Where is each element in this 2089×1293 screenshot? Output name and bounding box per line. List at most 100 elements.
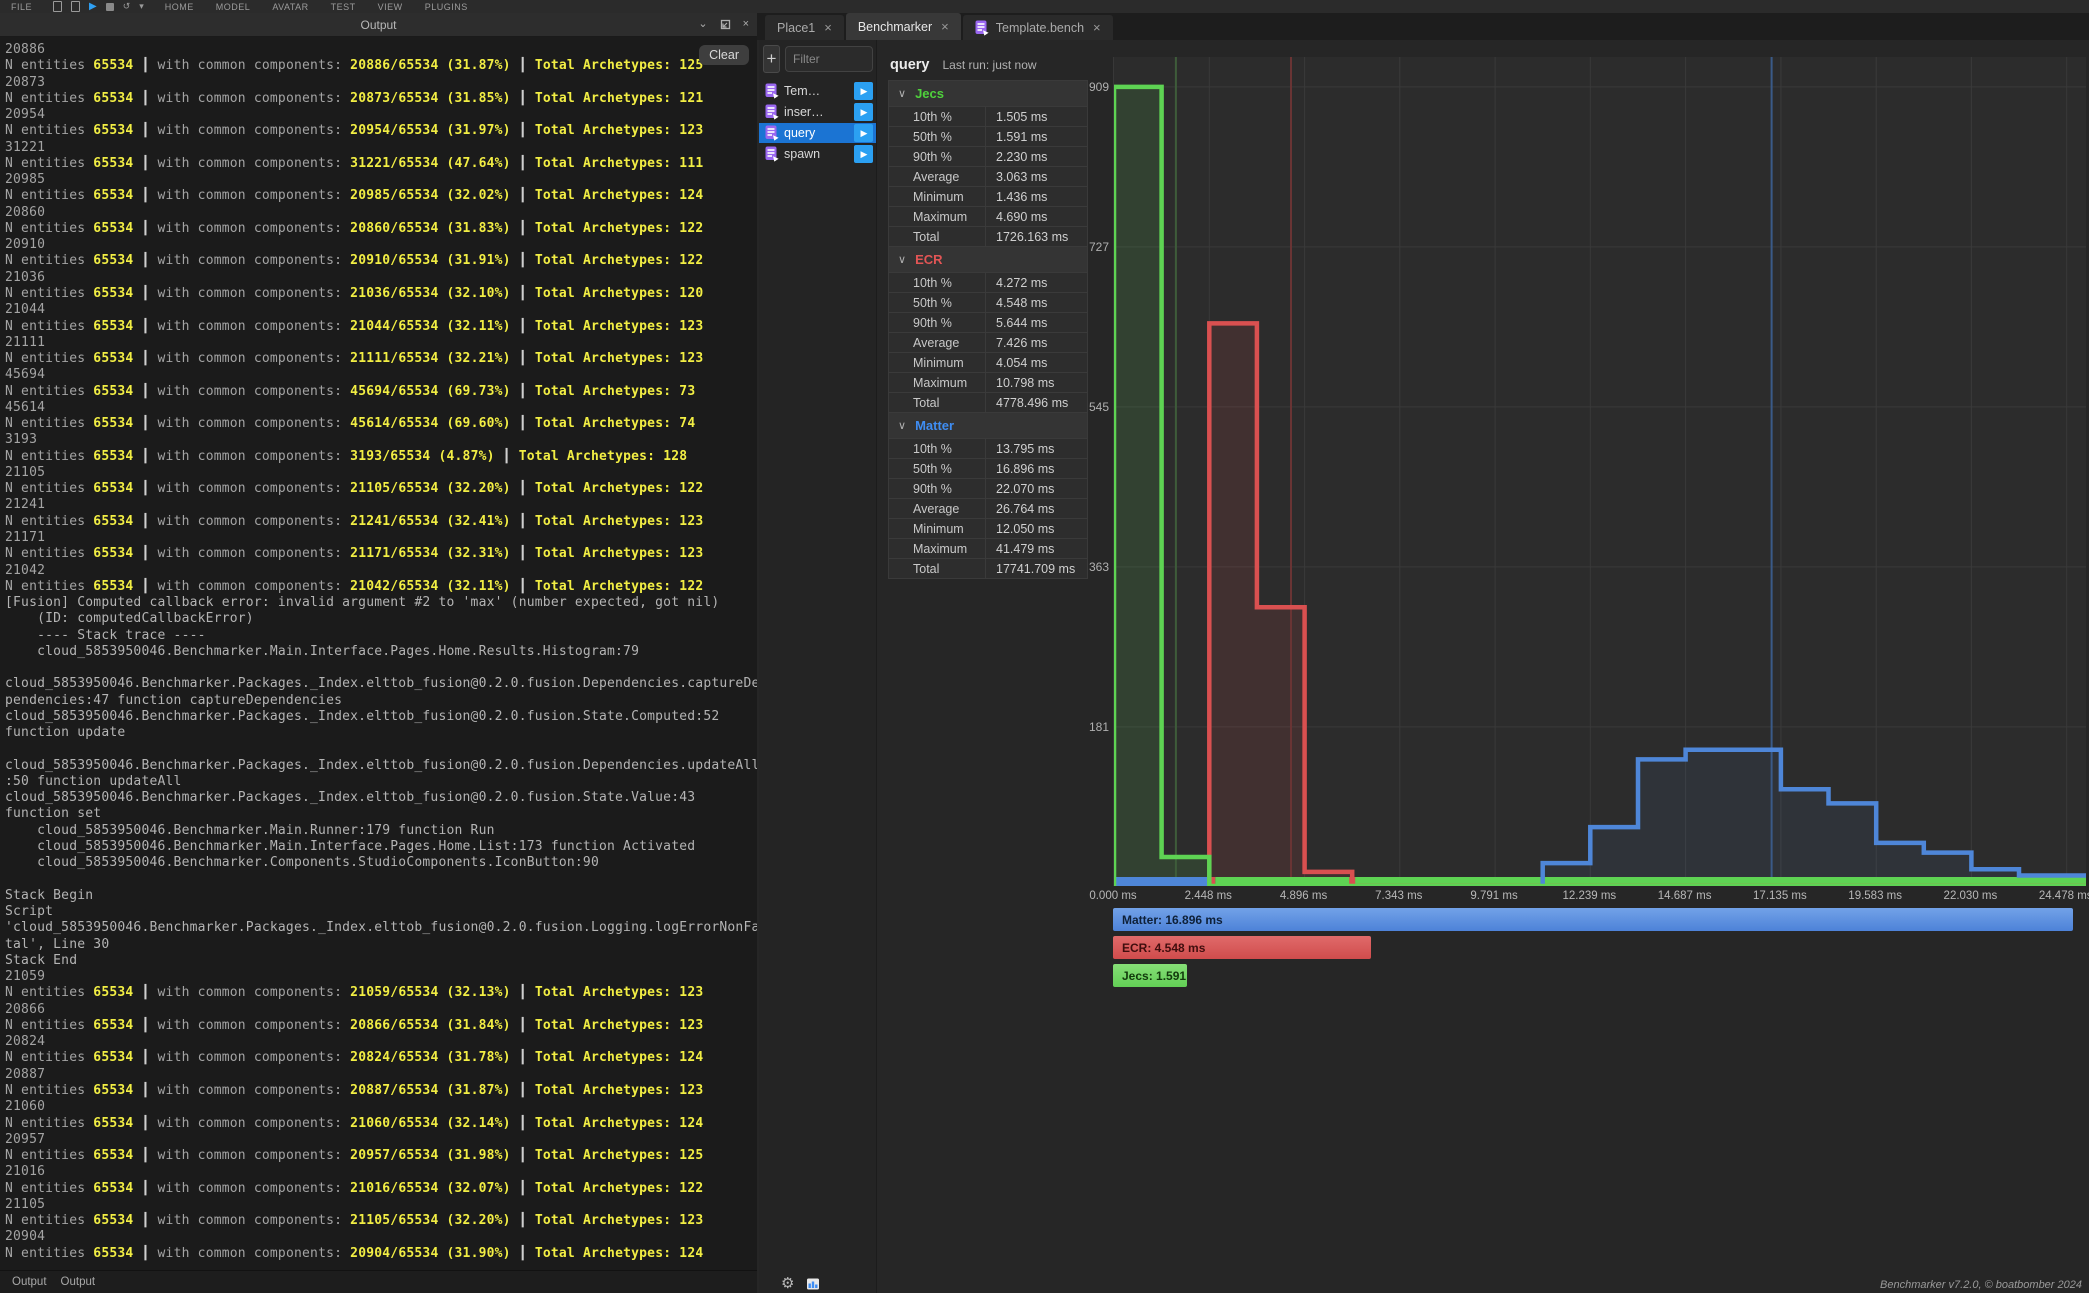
log-plain-line: (ID: computedCallbackError) (5, 611, 757, 627)
new-document-icon[interactable] (53, 1, 62, 12)
tab-template-bench[interactable]: Template.bench× (963, 15, 1113, 40)
menu-home[interactable]: HOME (154, 2, 205, 12)
menu-file[interactable]: FILE (0, 2, 43, 12)
doc-tabbar: Place1×Benchmarker×Template.bench× (757, 13, 2089, 40)
log-bench-line: N entities 65534 ┃ with common component… (5, 514, 757, 530)
legend-label: ECR: 4.548 ms (1122, 941, 1205, 955)
tab-benchmarker[interactable]: Benchmarker× (846, 13, 961, 40)
clear-button[interactable]: Clear (699, 45, 749, 65)
log-count-line: 21044 (5, 302, 757, 318)
add-benchmark-button[interactable]: + (763, 45, 780, 73)
script-icon (765, 146, 779, 162)
stats-row: Total4778.496 ms (889, 393, 1087, 413)
stats-row: Average7.426 ms (889, 333, 1087, 353)
log-bench-line: N entities 65534 ┃ with common component… (5, 1148, 757, 1164)
close-icon[interactable]: × (941, 19, 949, 34)
chevron-down-icon[interactable]: ▾ (139, 2, 144, 11)
legend-bar-matter[interactable]: Matter: 16.896 ms (1113, 908, 2073, 931)
stat-value: 4.548 ms (986, 293, 1086, 312)
collapse-chevron-icon[interactable]: ⌄ (698, 19, 707, 30)
stat-label: 90th % (889, 147, 986, 166)
log-bench-line: N entities 65534 ┃ with common component… (5, 1050, 757, 1066)
run-benchmark-button[interactable]: ▶ (854, 124, 873, 142)
menu-avatar[interactable]: AVATAR (261, 2, 319, 12)
stat-value: 7.426 ms (986, 333, 1086, 352)
x-tick-label: 24.478 ms (2039, 890, 2089, 902)
output-bottom-tab[interactable]: Output (12, 1276, 47, 1288)
stop-icon[interactable] (106, 3, 114, 11)
stats-row: 50th %4.548 ms (889, 293, 1087, 313)
close-icon[interactable]: × (824, 20, 832, 35)
output-bottom-tab[interactable]: Output (61, 1276, 96, 1288)
log-plain-line: function set (5, 806, 757, 822)
section-header-matter[interactable]: ∨Matter (889, 413, 1087, 439)
log-plain-line (5, 741, 757, 757)
stat-label: Total (889, 393, 986, 412)
log-bench-line: N entities 65534 ┃ with common component… (5, 319, 757, 335)
log-bench-line: N entities 65534 ┃ with common component… (5, 91, 757, 107)
stat-label: Minimum (889, 353, 986, 372)
list-item-spawn[interactable]: spawn▶ (759, 144, 876, 164)
output-log[interactable]: Clear 20886N entities 65534 ┃ with commo… (0, 37, 757, 1270)
log-count-line: 21105 (5, 1197, 757, 1213)
list-item-inser[interactable]: inser…▶ (759, 102, 876, 122)
log-plain-line: [Fusion] Computed callback error: invali… (5, 595, 757, 611)
section-header-jecs[interactable]: ∨ Jecs (889, 81, 1087, 107)
close-icon[interactable]: × (743, 19, 749, 30)
stat-label: Maximum (889, 207, 986, 226)
menu-view[interactable]: VIEW (367, 2, 414, 12)
log-bench-line: N entities 65534 ┃ with common component… (5, 188, 757, 204)
log-count-line: 20824 (5, 1034, 757, 1050)
log-bench-line: N entities 65534 ┃ with common component… (5, 579, 757, 595)
filter-input[interactable] (785, 46, 873, 72)
list-item-Tem[interactable]: Tem…▶ (759, 81, 876, 101)
log-count-line: 21060 (5, 1099, 757, 1115)
output-titlebar[interactable]: Output ⌄ × (0, 13, 757, 37)
legend-bar-ecr[interactable]: ECR: 4.548 ms (1113, 936, 1371, 959)
close-icon[interactable]: × (1093, 20, 1101, 35)
legend-bar-jecs[interactable]: Jecs: 1.591… (1113, 964, 1187, 987)
stat-label: Maximum (889, 373, 986, 392)
log-count-line: 20886 (5, 42, 757, 58)
stat-value: 41.479 ms (986, 539, 1086, 558)
stat-label: Total (889, 559, 986, 578)
list-item-query[interactable]: query▶ (759, 123, 876, 143)
menu-model[interactable]: MODEL (205, 2, 262, 12)
stats-row: 10th %13.795 ms (889, 439, 1087, 459)
log-plain-line: cloud_5853950046.Benchmarker.Packages._I… (5, 709, 757, 725)
section-header-ecr[interactable]: ∨ECR (889, 247, 1087, 273)
stat-label: 10th % (889, 273, 986, 292)
undo-icon[interactable]: ↺ (123, 2, 131, 11)
tab-place1[interactable]: Place1× (765, 15, 844, 40)
results-title: query (890, 57, 930, 73)
chevron-down-icon: ∨ (898, 87, 906, 100)
stat-label: 50th % (889, 127, 986, 146)
menu-plugins[interactable]: PLUGINS (414, 2, 479, 12)
log-plain-line: 'cloud_5853950046.Benchmarker.Packages._… (5, 920, 757, 936)
log-bench-line: N entities 65534 ┃ with common component… (5, 1116, 757, 1132)
log-bench-line: N entities 65534 ┃ with common component… (5, 58, 757, 74)
y-tick-label: 181 (1069, 720, 1109, 734)
stat-value: 3.063 ms (986, 167, 1086, 186)
log-count-line: 20910 (5, 237, 757, 253)
play-icon[interactable]: ▶ (89, 2, 97, 12)
x-tick-label: 19.583 ms (1848, 890, 1902, 902)
log-count-line: 45694 (5, 367, 757, 383)
log-bench-line: N entities 65534 ┃ with common component… (5, 985, 757, 1001)
run-benchmark-button[interactable]: ▶ (854, 103, 873, 121)
section-name: Jecs (915, 86, 944, 101)
float-window-icon[interactable] (720, 19, 731, 30)
quick-access-toolbar: ▶ ↺ ▾ (53, 1, 144, 12)
stats-row: Average26.764 ms (889, 499, 1087, 519)
run-benchmark-button[interactable]: ▶ (854, 82, 873, 100)
menu-test[interactable]: TEST (320, 2, 367, 12)
stat-value: 16.896 ms (986, 459, 1086, 478)
log-plain-line: cloud_5853950046.Benchmarker.Packages._I… (5, 790, 757, 806)
log-plain-line: Stack Begin (5, 888, 757, 904)
run-benchmark-button[interactable]: ▶ (854, 145, 873, 163)
stat-value: 4.690 ms (986, 207, 1086, 226)
results-icon[interactable] (806, 1277, 820, 1291)
gear-icon[interactable]: ⚙ (781, 1276, 794, 1291)
log-bench-line: N entities 65534 ┃ with common component… (5, 384, 757, 400)
save-icon[interactable] (71, 1, 80, 12)
